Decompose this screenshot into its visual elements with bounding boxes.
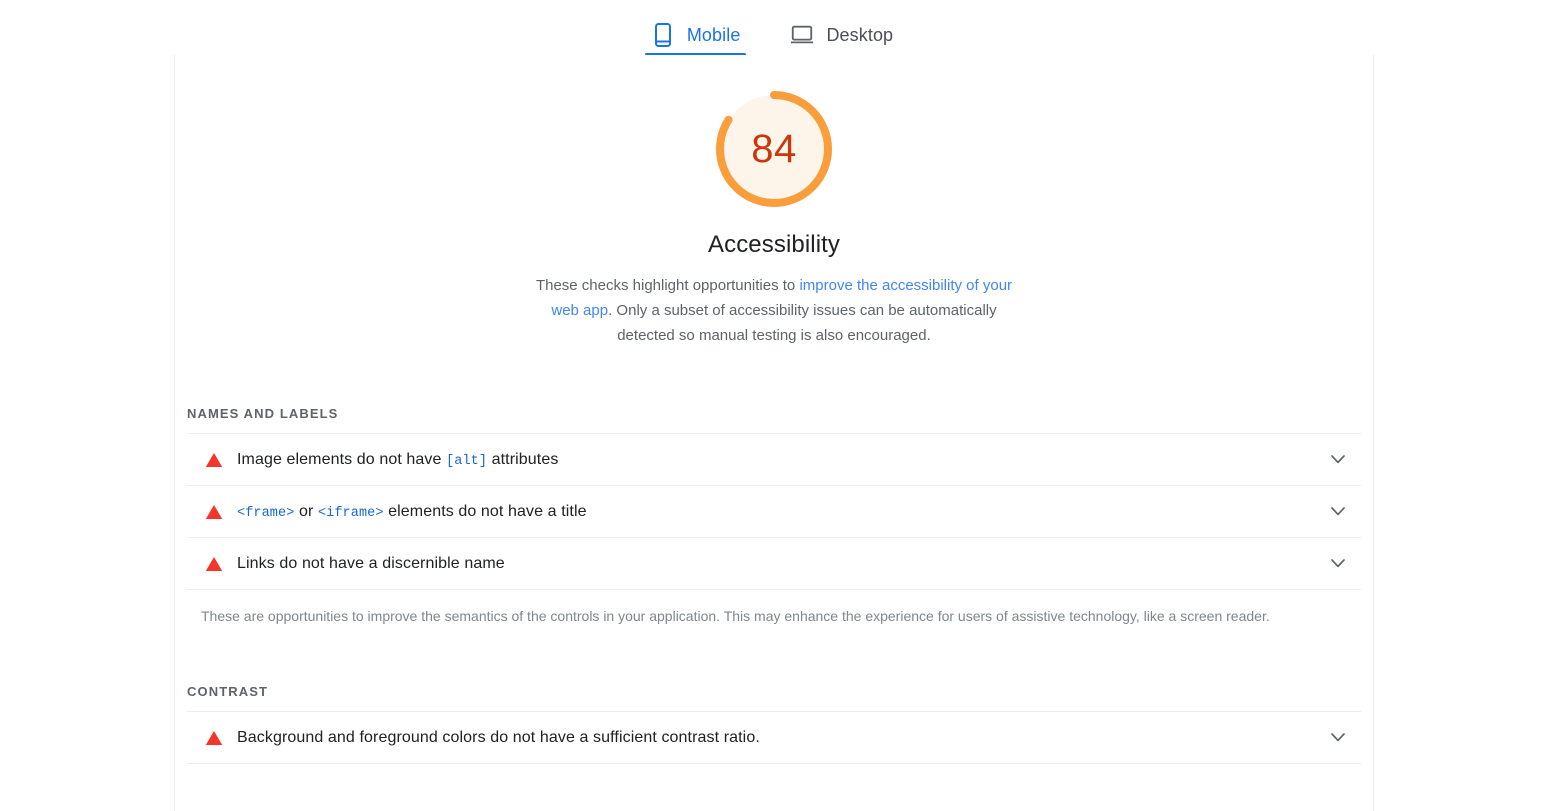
audit-title-color-contrast: Background and foreground colors do not … [237,728,760,746]
audit-title-image-alt: Image elements do not have [alt] attribu… [237,450,559,469]
section-note-names-and-labels: These are opportunities to improve the s… [201,608,1270,624]
audit-section-names-and-labels: NAMES AND LABELS Image elements do not ha… [175,406,1373,684]
audit-title-link-name: Links do not have a discernible name [237,554,505,572]
audit-row-frame-title[interactable]: <frame> or <iframe> elements do not have… [187,486,1361,538]
score-description: These checks highlight opportunities to … [529,273,1019,348]
chevron-down-icon[interactable] [1323,559,1353,568]
chevron-down-icon[interactable] [1323,507,1353,516]
chevron-down-icon[interactable] [1323,455,1353,464]
section-title-contrast: CONTRAST [187,684,269,699]
warning-triangle-icon [201,556,227,572]
tab-desktop-label: Desktop [826,24,894,45]
tab-mobile[interactable]: Mobile [643,4,749,56]
audit-list-contrast: Background and foreground colors do not … [187,711,1361,764]
device-tab-bar: Mobile Desktop [0,0,1544,56]
section-title-names-and-labels: NAMES AND LABELS [187,406,339,421]
audit-title-frame-title: <frame> or <iframe> elements do not have… [237,502,587,521]
score-category-title: Accessibility [708,231,840,258]
inline-code: <iframe> [317,505,384,521]
tab-desktop[interactable]: Desktop [782,4,901,56]
desktop-laptop-icon [790,22,814,48]
audit-section-contrast: CONTRAST Background and foreground colors… [175,684,1373,764]
score-header: 84 Accessibility These checks highlight … [175,55,1373,348]
tab-mobile-label: Mobile [686,24,741,45]
header-spacer [175,348,1373,406]
report-content-frame: 84 Accessibility These checks highlight … [174,55,1374,811]
audit-row-color-contrast[interactable]: Background and foreground colors do not … [187,712,1361,764]
audit-row-link-name[interactable]: Links do not have a discernible name [187,538,1361,590]
accessibility-score-gauge: 84 [712,87,836,211]
inline-code: <frame> [237,505,295,521]
warning-triangle-icon [201,504,227,520]
mobile-phone-icon [651,22,675,48]
score-description-part1: These checks highlight opportunities to [535,277,800,294]
warning-triangle-icon [201,730,227,746]
audit-list-names-and-labels: Image elements do not have [alt] attribu… [187,433,1361,590]
inline-code: [alt] [446,453,488,469]
score-description-part2: . Only a subset of accessibility issues … [608,302,997,344]
audit-row-image-alt[interactable]: Image elements do not have [alt] attribu… [187,434,1361,486]
audit-sections: NAMES AND LABELS Image elements do not ha… [175,406,1373,764]
lighthouse-accessibility-report: Mobile Desktop 84 Accessibility These ch… [0,0,1544,811]
warning-triangle-icon [201,452,227,468]
score-value: 84 [751,126,797,171]
chevron-down-icon[interactable] [1323,733,1353,742]
